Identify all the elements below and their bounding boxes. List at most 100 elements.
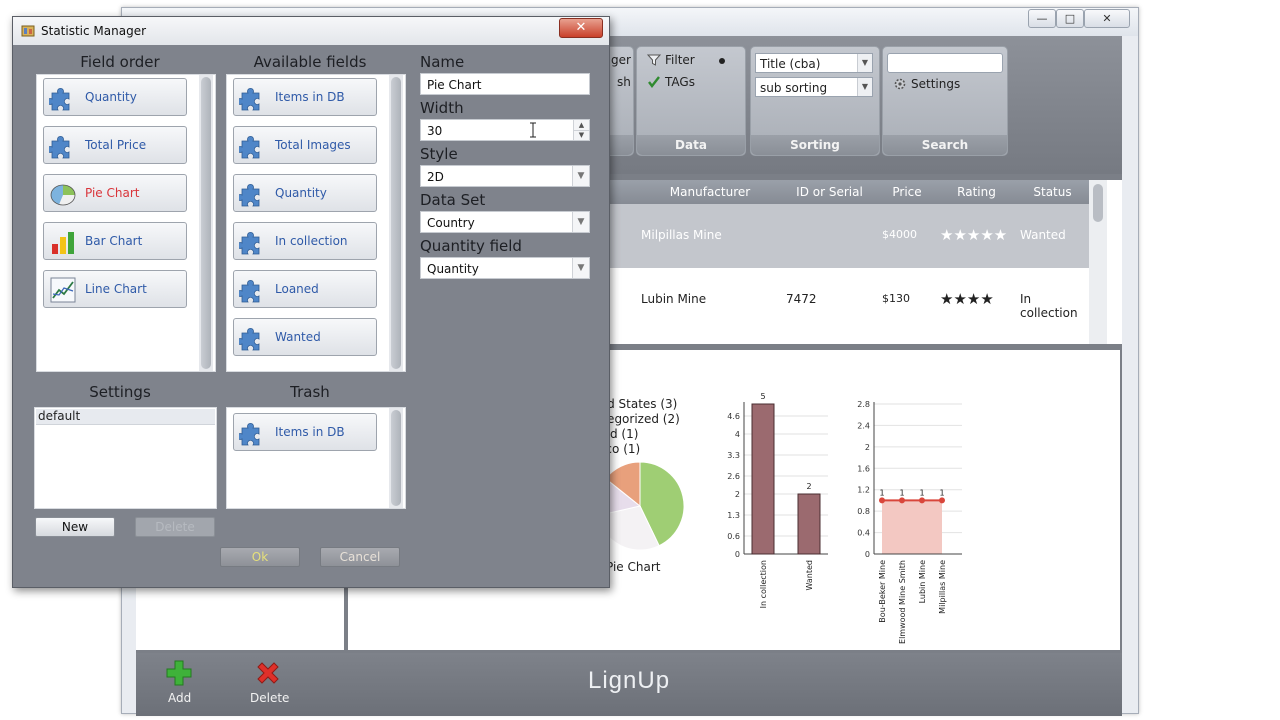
filter-label: Filter [665,53,695,67]
ribbon-partial-item-2[interactable]: sh [617,75,631,89]
grid-header-manufacturer[interactable]: Manufacturer [638,180,783,204]
row-price: $4000 [882,228,917,241]
area-chart-x-tick: Elmwood Mine Smith [898,560,907,644]
grid-header-id[interactable]: ID or Serial [782,180,878,204]
available-fields-scrollbar[interactable] [389,75,403,371]
stepper-down-icon[interactable]: ▼ [574,130,589,140]
add-button[interactable]: Add [162,659,196,711]
dialog-close-button[interactable]: ✕ [559,18,603,38]
field-order-header: Field order [80,53,160,71]
style-label: Style [420,145,458,163]
width-stepper[interactable]: ▲ ▼ [573,120,589,140]
puzzle-icon [237,132,267,160]
style-select[interactable]: 2D ▼ [420,165,590,187]
maximize-button[interactable]: □ [1056,9,1084,28]
puzzle-icon [237,84,267,112]
area-fill [882,500,942,554]
search-settings-label: Settings [911,77,961,91]
available-field-item[interactable]: Quantity [233,174,377,212]
grid-scrollbar[interactable] [1089,180,1107,344]
available-field-item[interactable]: Items in DB [233,78,377,116]
width-input[interactable]: 30 ▲ ▼ [420,119,590,141]
row-status: In collection [1020,292,1078,320]
trash-scroll-thumb[interactable] [391,410,401,506]
bar-chart-icon [49,228,77,256]
secondary-sort-select[interactable]: sub sorting ▼ [755,77,873,97]
cancel-button[interactable]: Cancel [320,547,400,567]
grid-header-status[interactable]: Status [1016,180,1090,204]
ribbon-group-sorting-title: Sorting [751,135,879,155]
delete-label: Delete [250,691,290,705]
quantity-field-value: Quantity [427,262,479,276]
table-row[interactable]: Milpillas Mine $4000 ★★★★★ Wanted [536,204,1089,268]
primary-sort-select[interactable]: Title (cba) ▼ [755,53,873,73]
name-input[interactable]: Pie Chart [420,73,590,95]
field-order-scroll-thumb[interactable] [201,77,211,369]
grid-scroll-thumb[interactable] [1093,184,1103,222]
bar-chart-y-tick: 2.6 [727,472,740,481]
checkmark-icon [647,75,661,89]
ribbon-partial-item-1[interactable]: ger [611,53,631,67]
available-field-item[interactable]: Loaned [233,270,377,308]
close-button[interactable]: ✕ [1084,9,1130,28]
new-button[interactable]: New [35,517,115,537]
bar-chart-y-tick: 0 [735,550,740,559]
grid-header-price[interactable]: Price [877,180,938,204]
trash-scrollbar[interactable] [389,408,403,508]
puzzle-icon [47,132,77,160]
area-chart-y-tick: 0.8 [857,507,870,516]
area-point [919,497,925,504]
name-label: Name [420,53,465,71]
chevron-down-icon: ▼ [572,258,589,278]
width-label: Width [420,99,464,117]
grid-header-rating[interactable]: Rating [937,180,1017,204]
available-field-item[interactable]: In collection [233,222,377,260]
settings-list-item[interactable]: default [36,409,215,425]
field-order-item-label: Bar Chart [85,234,143,248]
area-chart: 0 0.4 0.8 1.2 1.6 2 2.4 2.8 1 Bou-Beker Mine 1 Elmw… [857,400,962,644]
area-point [899,497,905,504]
delete-button[interactable]: Delete [246,659,290,711]
search-input[interactable] [887,53,1003,73]
dataset-label: Data Set [420,191,486,209]
available-fields-header: Available fields [253,53,367,71]
area-chart-x-tick: Lubin Mine [918,560,927,603]
trash-item-label: Items in DB [275,425,345,439]
chevron-down-icon: ▼ [572,212,589,232]
bar-chart-x-tick: In collection [759,560,768,608]
dialog-title: Statistic Manager [41,24,147,38]
field-order-item[interactable]: Total Price [43,126,187,164]
available-field-item-label: Wanted [275,330,321,344]
x-delete-icon [254,659,282,687]
field-order-item[interactable]: Quantity [43,78,187,116]
area-chart-y-tick: 1.2 [857,486,870,495]
field-order-item[interactable]: Line Chart [43,270,187,308]
chevron-down-icon: ▼ [857,78,872,96]
available-field-item[interactable]: Wanted [233,318,377,356]
delete-setting-button[interactable]: Delete [135,517,215,537]
field-order-item[interactable]: Pie Chart [43,174,187,212]
ok-button[interactable]: Ok [220,547,300,567]
trash-item[interactable]: Items in DB [233,413,377,451]
dataset-select[interactable]: Country ▼ [420,211,590,233]
available-field-item-label: Loaned [275,282,319,296]
field-order-item-label: Line Chart [85,282,147,296]
quantity-field-select[interactable]: Quantity ▼ [420,257,590,279]
available-field-item-label: Quantity [275,186,327,200]
row-manufacturer: Lubin Mine [641,292,707,306]
available-fields-scroll-thumb[interactable] [391,77,401,369]
puzzle-icon [237,419,267,447]
table-row[interactable]: Lubin Mine 7472 $130 ★★★★ In collection [536,268,1089,332]
width-value: 30 [427,124,443,138]
minimize-button[interactable]: — [1028,9,1056,28]
bar-chart-y-tick: 4 [735,430,740,439]
field-order-item-label: Quantity [85,90,137,104]
available-field-item[interactable]: Total Images [233,126,377,164]
puzzle-icon [237,276,267,304]
bar [797,493,821,555]
bar-chart-y-tick: 4.6 [727,412,740,421]
field-order-scrollbar[interactable] [199,75,213,371]
row-status: Wanted [1020,228,1066,242]
field-order-item[interactable]: Bar Chart [43,222,187,260]
puzzle-icon [237,180,267,208]
